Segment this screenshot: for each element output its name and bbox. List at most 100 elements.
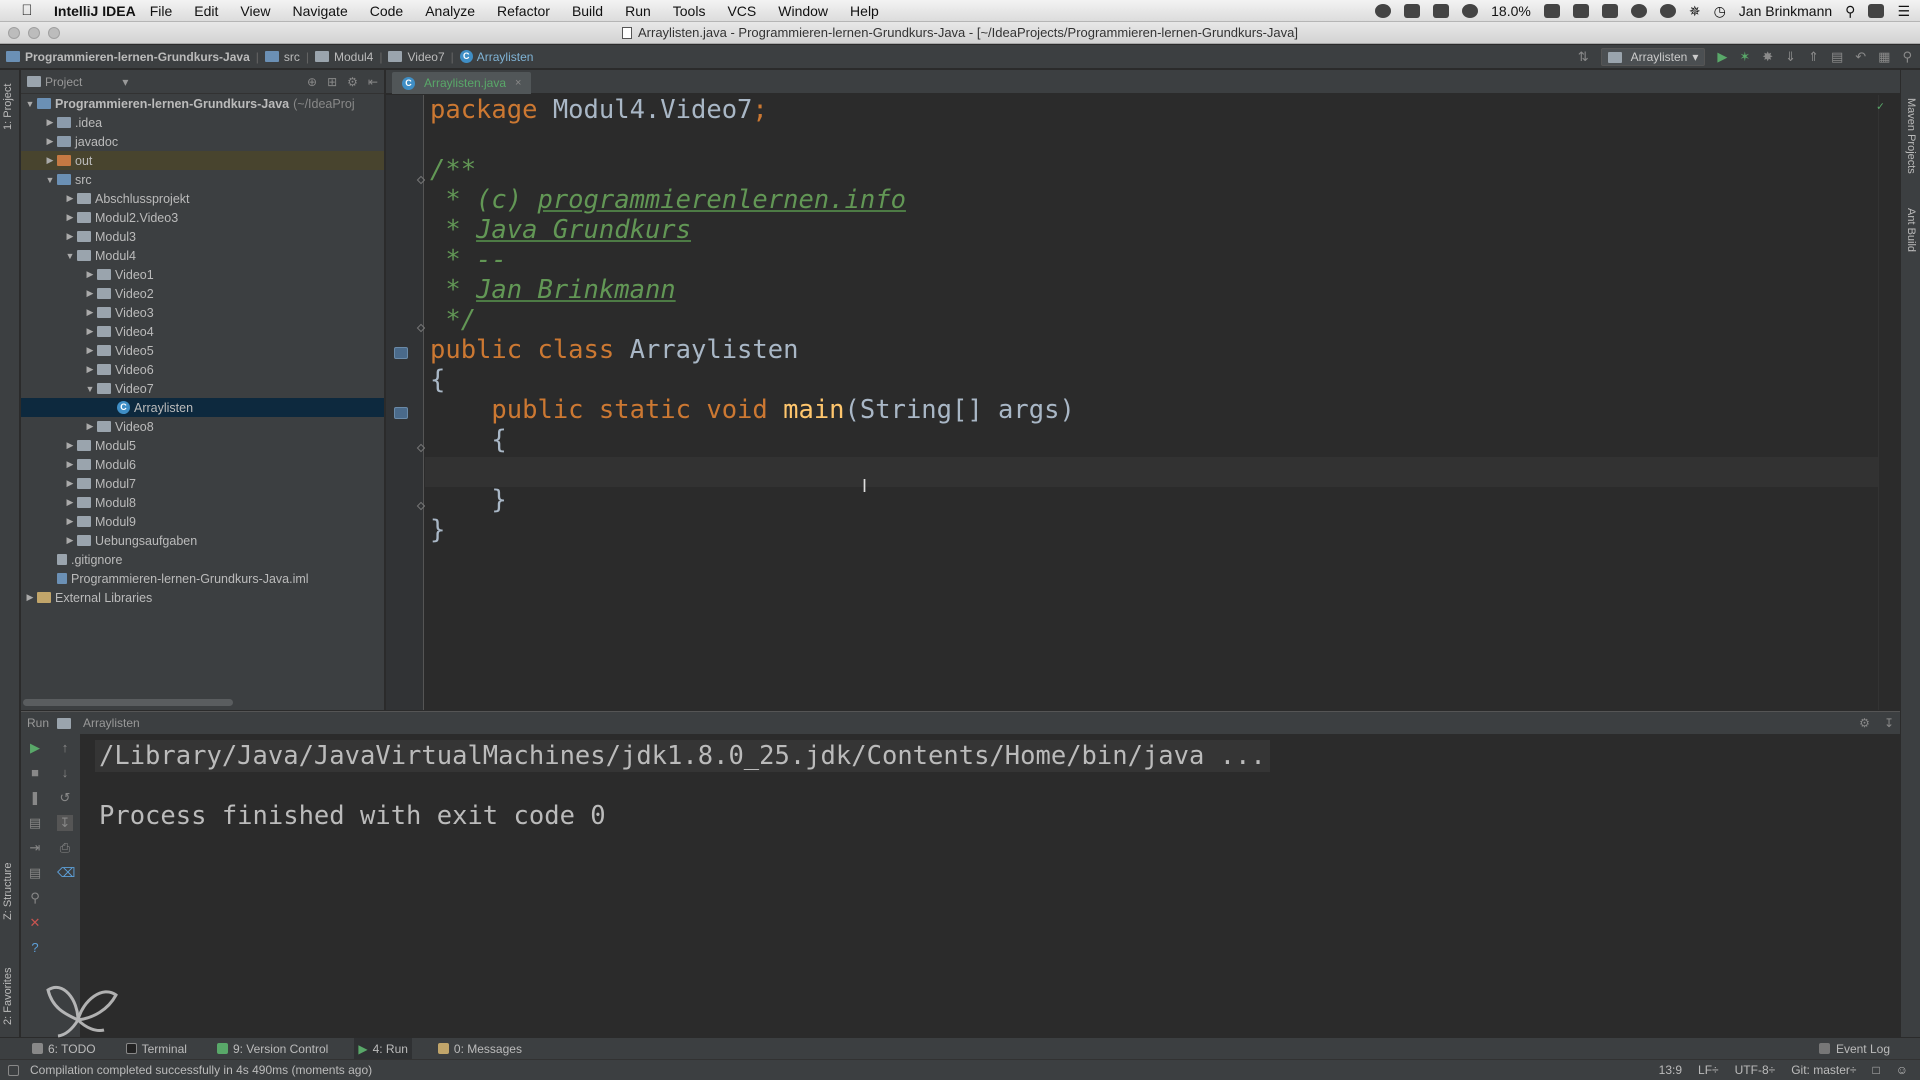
version-control-tool-button[interactable]: 9: Version Control xyxy=(213,1038,332,1060)
fold-marker-icon[interactable] xyxy=(416,443,426,453)
menu-build[interactable]: Build xyxy=(572,3,603,19)
expand-arrow-icon[interactable]: ▶ xyxy=(63,440,77,451)
notes-icon[interactable] xyxy=(1601,4,1618,18)
menu-edit[interactable]: Edit xyxy=(194,3,218,19)
expand-arrow-icon[interactable]: ▶ xyxy=(43,155,57,166)
expand-arrow-icon[interactable]: ▶ xyxy=(63,231,77,242)
menu-help[interactable]: Help xyxy=(850,3,879,19)
coverage-button[interactable]: ✸ xyxy=(1762,49,1773,65)
menu-window[interactable]: Window xyxy=(778,3,828,19)
gear-icon[interactable]: ⚙ xyxy=(1859,716,1870,730)
menu-view[interactable]: View xyxy=(240,3,270,19)
expand-arrow-icon[interactable]: ▶ xyxy=(63,193,77,204)
tree-item-video7[interactable]: ▼ Video7 xyxy=(21,379,384,398)
expand-arrow-icon[interactable]: ▶ xyxy=(63,212,77,223)
run-configuration-select[interactable]: Arraylisten ▾ xyxy=(1600,48,1706,66)
expand-arrow-icon[interactable]: ▶ xyxy=(83,307,97,318)
run-button[interactable]: ▶ xyxy=(1717,49,1727,65)
todo-tool-button[interactable]: 6: TODO xyxy=(28,1038,100,1060)
pause-icon[interactable]: ❚ xyxy=(27,790,43,806)
expand-arrow-icon[interactable]: ▶ xyxy=(83,421,97,432)
tree-item-modul2-video3[interactable]: ▶ Modul2.Video3 xyxy=(21,208,384,227)
menu-navigate[interactable]: Navigate xyxy=(292,3,347,19)
event-log-tool-button[interactable]: Event Log xyxy=(1818,1042,1890,1056)
plugin-tray-icon[interactable] xyxy=(1433,4,1450,18)
lock-icon[interactable] xyxy=(1868,4,1885,18)
expand-arrow-icon[interactable]: ▶ xyxy=(83,288,97,299)
screen-icon[interactable] xyxy=(1543,4,1560,18)
tree-item-video2[interactable]: ▶ Video2 xyxy=(21,284,384,303)
clear-all-icon[interactable]: ⌫ xyxy=(57,865,75,881)
code-editor[interactable]: package Modul4.Video7; /** * (c) program… xyxy=(425,95,1890,710)
tree-item-external-libraries[interactable]: ▶ External Libraries xyxy=(21,588,384,607)
tree-item-idea[interactable]: ▶ .idea xyxy=(21,113,384,132)
tree-item-out[interactable]: ▶ out xyxy=(21,151,384,170)
tree-item-modul4[interactable]: ▼ Modul4 xyxy=(21,246,384,265)
tree-item-modul6[interactable]: ▶ Modul6 xyxy=(21,455,384,474)
close-window-button[interactable] xyxy=(8,27,20,39)
maven-projects-tool-button[interactable]: Maven Projects xyxy=(1905,98,1917,174)
apple-icon[interactable]:  xyxy=(12,2,42,19)
fold-marker-icon[interactable] xyxy=(416,323,426,333)
chevron-down-icon[interactable]: ▾ xyxy=(122,75,128,89)
hide-panel-icon[interactable]: ⇤ xyxy=(368,75,378,89)
collapse-arrow-icon[interactable]: ▼ xyxy=(23,99,37,109)
time-machine-icon[interactable]: ◷ xyxy=(1714,3,1726,20)
tree-item-modul7[interactable]: ▶ Modul7 xyxy=(21,474,384,493)
user-name[interactable]: Jan Brinkmann xyxy=(1739,3,1832,19)
tree-item-video5[interactable]: ▶ Video5 xyxy=(21,341,384,360)
read-only-lock-icon[interactable]: □ xyxy=(1872,1063,1879,1077)
scroll-down-icon[interactable]: ↓ xyxy=(57,765,73,781)
tree-item-javadoc[interactable]: ▶ javadoc xyxy=(21,132,384,151)
expand-arrow-icon[interactable]: ▶ xyxy=(63,516,77,527)
tree-item-modul5[interactable]: ▶ Modul5 xyxy=(21,436,384,455)
help-icon[interactable]: ? xyxy=(27,940,43,956)
tree-item-video6[interactable]: ▶ Video6 xyxy=(21,360,384,379)
soft-wrap-icon[interactable]: ↺ xyxy=(57,790,73,806)
collapse-arrow-icon[interactable]: ▼ xyxy=(83,384,97,394)
project-tool-button[interactable]: 1: Project xyxy=(2,84,14,130)
minimize-panel-icon[interactable]: ↧ xyxy=(1884,716,1894,730)
expand-arrow-icon[interactable]: ▶ xyxy=(63,535,77,546)
print-icon[interactable]: ⎙ xyxy=(57,840,73,856)
breadcrumb-video7[interactable]: Video7 xyxy=(382,45,450,69)
revert-button[interactable]: ↶ xyxy=(1855,49,1866,65)
menu-tools[interactable]: Tools xyxy=(673,3,706,19)
expand-arrow-icon[interactable]: ▶ xyxy=(63,497,77,508)
editor-gutter[interactable] xyxy=(386,95,426,710)
tree-item-modul8[interactable]: ▶ Modul8 xyxy=(21,493,384,512)
gear-icon[interactable]: ⚙ xyxy=(347,75,358,89)
tree-item-video4[interactable]: ▶ Video4 xyxy=(21,322,384,341)
scroll-up-icon[interactable]: ↑ xyxy=(57,740,73,756)
tree-item-iml[interactable]: Programmieren-lernen-Grundkurs-Java.iml xyxy=(21,569,384,588)
menu-file[interactable]: File xyxy=(150,3,173,19)
terminal-tool-button[interactable]: Terminal xyxy=(122,1038,191,1060)
breadcrumb-project[interactable]: Programmieren-lernen-Grundkurs-Java xyxy=(0,45,256,69)
debug-button[interactable]: ✶ xyxy=(1739,49,1750,65)
menu-code[interactable]: Code xyxy=(370,3,403,19)
minimize-window-button[interactable] xyxy=(28,27,40,39)
creative-cloud-icon[interactable] xyxy=(1630,4,1647,18)
spotlight-icon[interactable]: ⚲ xyxy=(1845,3,1855,20)
run-config-tab[interactable]: Arraylisten xyxy=(83,716,140,730)
sync-tray-icon[interactable] xyxy=(1462,4,1479,18)
fold-marker-icon[interactable] xyxy=(416,501,426,511)
notification-center-icon[interactable]: ☰ xyxy=(1897,3,1910,20)
tree-item-video3[interactable]: ▶ Video3 xyxy=(21,303,384,322)
tree-item-video8[interactable]: ▶ Video8 xyxy=(21,417,384,436)
zoom-window-button[interactable] xyxy=(48,27,60,39)
tree-item-abschlussprojekt[interactable]: ▶ Abschlussprojekt xyxy=(21,189,384,208)
run-tool-button[interactable]: ▶ 4: Run xyxy=(354,1037,412,1060)
project-view-select[interactable]: Project xyxy=(45,75,82,89)
collapse-arrow-icon[interactable]: ▼ xyxy=(63,251,77,261)
collapse-all-icon[interactable]: ⊞ xyxy=(327,75,337,89)
messages-tool-button[interactable]: 0: Messages xyxy=(434,1038,526,1060)
run-class-icon[interactable] xyxy=(394,347,408,359)
inspector-icon[interactable]: ☺ xyxy=(1896,1063,1908,1077)
bluetooth-icon[interactable]: ✵ xyxy=(1689,3,1701,20)
horizontal-scrollbar[interactable] xyxy=(23,699,233,706)
ant-build-tool-button[interactable]: Ant Build xyxy=(1905,208,1917,252)
expand-arrow-icon[interactable]: ▶ xyxy=(63,459,77,470)
pin-icon[interactable]: ⚲ xyxy=(27,890,43,906)
tree-item-video1[interactable]: ▶ Video1 xyxy=(21,265,384,284)
